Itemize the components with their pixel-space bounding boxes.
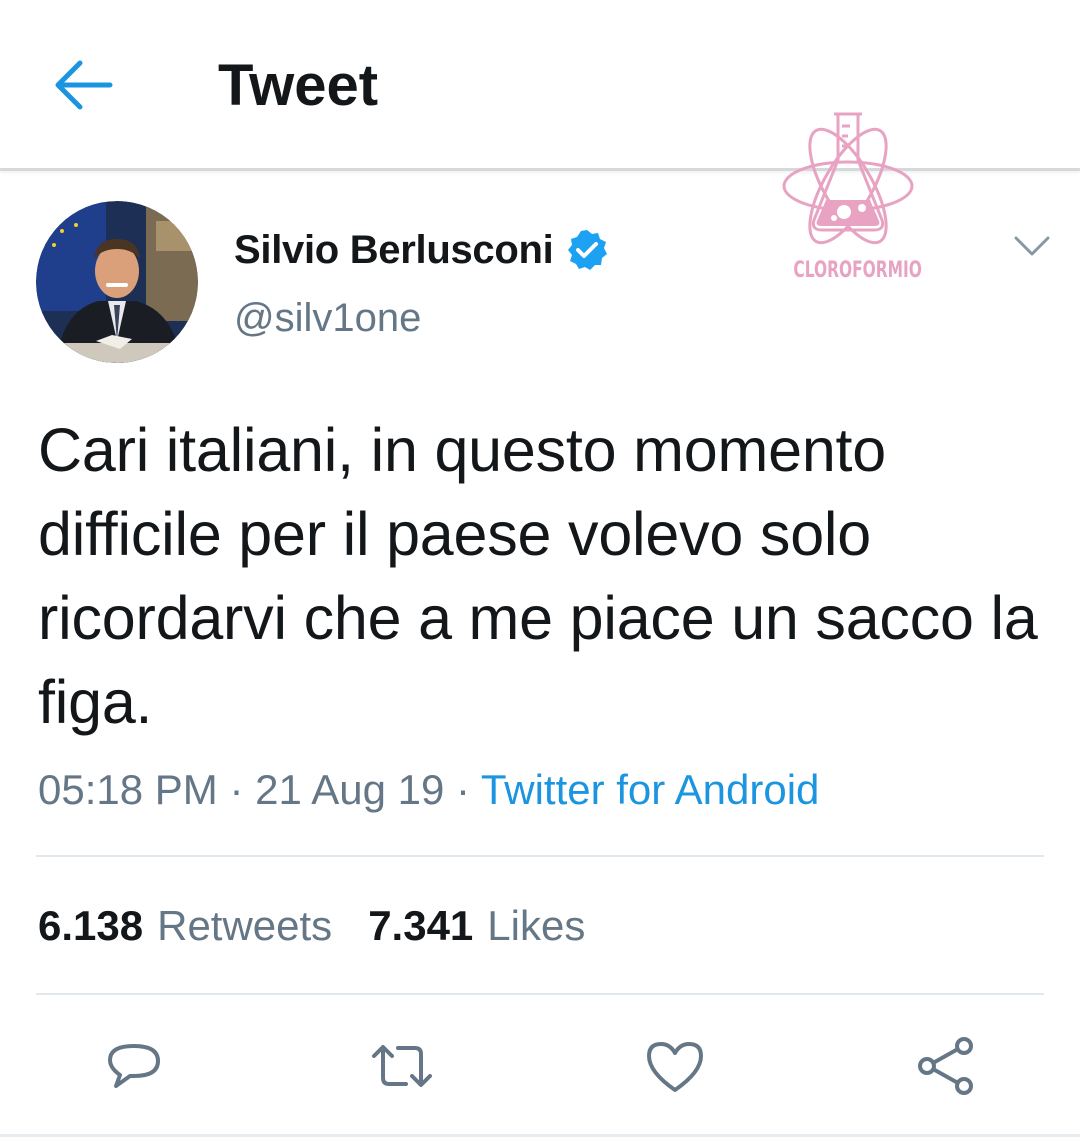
tweet-date: 21 Aug 19 bbox=[255, 766, 445, 813]
tweet-time: 05:18 PM bbox=[38, 766, 218, 813]
watermark-text: CLOROFORMIO bbox=[793, 258, 922, 283]
tweet-meta: 05:18 PM · 21 Aug 19 · Twitter for Andro… bbox=[38, 762, 819, 818]
likes-stat[interactable]: 7.341 Likes bbox=[368, 898, 585, 954]
reply-button[interactable] bbox=[102, 1034, 166, 1098]
bottom-border bbox=[0, 1134, 1080, 1137]
meta-separator: · bbox=[229, 766, 244, 813]
share-icon bbox=[918, 1037, 973, 1095]
likes-label: Likes bbox=[487, 902, 586, 949]
reply-icon bbox=[108, 1044, 160, 1088]
divider bbox=[36, 855, 1044, 857]
back-arrow-icon bbox=[55, 60, 113, 110]
likes-count: 7.341 bbox=[368, 902, 474, 949]
page-title: Tweet bbox=[218, 53, 379, 118]
author-name-row: Silvio Berlusconi bbox=[234, 222, 609, 278]
flask-atom-icon bbox=[782, 112, 914, 245]
back-button[interactable] bbox=[50, 55, 116, 115]
like-button[interactable] bbox=[643, 1034, 707, 1098]
divider bbox=[36, 993, 1044, 995]
more-options-button[interactable] bbox=[1010, 228, 1054, 264]
tweet-stats: 6.138 Retweets 7.341 Likes bbox=[38, 898, 621, 954]
retweet-button[interactable] bbox=[370, 1034, 434, 1098]
watermark-logo: CLOROFORMIO bbox=[778, 108, 922, 288]
avatar[interactable] bbox=[36, 201, 198, 363]
profile-photo bbox=[36, 201, 198, 363]
retweet-icon bbox=[372, 1045, 432, 1087]
top-app-bar: Tweet bbox=[0, 0, 1080, 171]
chevron-down-icon bbox=[1014, 236, 1050, 256]
verified-badge-icon bbox=[568, 230, 608, 270]
meta-separator: · bbox=[455, 766, 470, 813]
author-name[interactable]: Silvio Berlusconi bbox=[234, 228, 554, 273]
share-button[interactable] bbox=[914, 1034, 978, 1098]
retweets-label: Retweets bbox=[157, 902, 333, 949]
tweet-text: Cari italiani, in questo momento diffici… bbox=[38, 416, 1038, 736]
author-handle[interactable]: @silv1one bbox=[234, 296, 421, 341]
retweets-stat[interactable]: 6.138 Retweets bbox=[38, 898, 332, 954]
tweet-source-link[interactable]: Twitter for Android bbox=[481, 766, 819, 813]
like-icon bbox=[647, 1042, 703, 1092]
retweets-count: 6.138 bbox=[38, 902, 144, 949]
tweet-detail-page: Tweet CLOROFORMIO Silvio Berlusconi @sil… bbox=[0, 0, 1080, 1143]
